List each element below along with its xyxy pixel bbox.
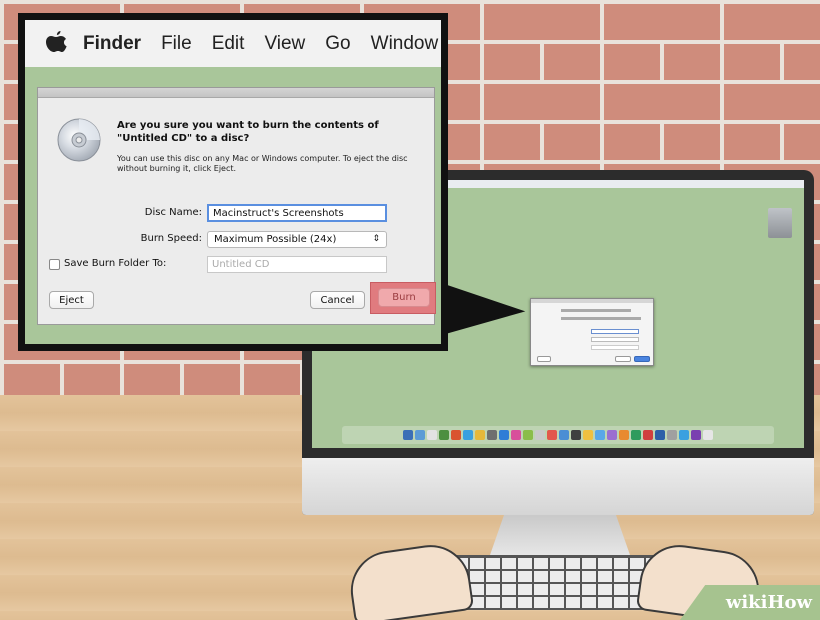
menu-file[interactable]: File [161,33,192,55]
dialog-titlebar [38,88,434,98]
menu-go[interactable]: Go [325,33,350,55]
zoom-callout: Finder File Edit View Go Window Are you … [18,13,448,351]
monitor-chin [302,458,814,515]
hard-drive-icon [768,208,792,238]
burn-speed-label: Burn Speed: [140,233,202,244]
callout-pointer [442,285,528,344]
save-folder-checkbox[interactable] [49,259,60,270]
save-folder-label: Save Burn Folder To: [64,258,167,269]
monitor-stand [490,515,630,555]
burn-disc-dialog: Are you sure you want to burn the conten… [37,87,436,325]
eject-button[interactable]: Eject [49,291,94,309]
burn-button[interactable]: Burn [378,288,430,307]
menu-edit[interactable]: Edit [212,33,245,55]
burn-speed-select[interactable]: Maximum Possible (24x) ⇕ [207,231,387,248]
dialog-title: Are you sure you want to burn the conten… [117,120,379,144]
burn-speed-value: Maximum Possible (24x) [214,234,337,245]
menu-window[interactable]: Window [371,33,439,55]
disc-name-label: Disc Name: [144,207,202,218]
cancel-button[interactable]: Cancel [310,291,365,309]
cd-disc-icon [57,118,101,162]
dock [342,426,774,444]
menu-finder[interactable]: Finder [83,33,141,55]
disc-name-field[interactable]: Macinstruct's Screenshots [207,204,387,222]
apple-logo-icon[interactable] [45,26,67,62]
mac-menubar: Finder File Edit View Go Window [25,20,441,67]
dialog-description: You can use this disc on any Mac or Wind… [117,154,408,173]
select-stepper-icon: ⇕ [372,234,380,244]
save-folder-field[interactable]: Untitled CD [207,256,387,273]
menu-view[interactable]: View [264,33,305,55]
mini-burn-dialog [530,298,654,366]
